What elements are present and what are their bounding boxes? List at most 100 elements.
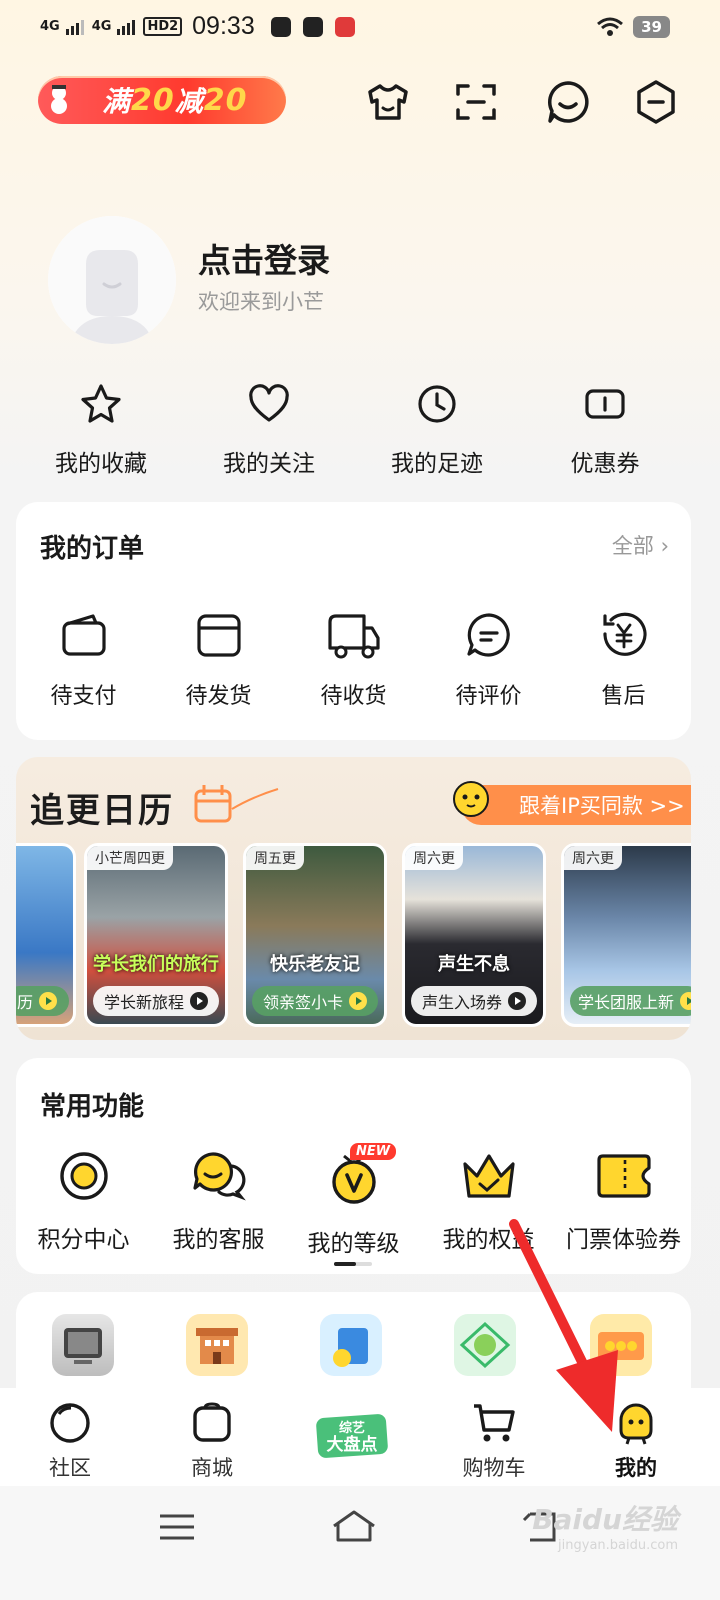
quick-link-label: 我的收藏 [55,451,147,477]
promo-mid: 减 [174,85,204,118]
calendar-icon [194,785,279,823]
message-icon[interactable] [544,78,592,126]
building-app-icon[interactable] [186,1314,248,1376]
poster-action[interactable]: 历 [16,986,69,1016]
order-label: 售后 [601,684,646,709]
heart-icon [249,384,289,422]
order-pending-payment[interactable]: 待支付 [16,610,151,710]
promo-amount-2: 20 [203,82,248,118]
promo-badge[interactable]: 满 20 减 20 [38,76,286,124]
quick-link-coupons[interactable]: 优惠券 [520,382,690,478]
customer-service-icon [192,1152,246,1201]
annotation-arrow-icon [509,1219,618,1432]
truck-icon [327,614,380,659]
update-tag: 小芒周四更 [87,846,173,870]
coupon-icon [585,389,625,419]
comment-icon [466,613,510,657]
default-avatar-icon [48,216,176,344]
customer-service[interactable]: 我的客服 [151,1150,286,1254]
poster-action[interactable]: 声生入场券 [411,986,537,1016]
refund-icon [602,612,647,656]
notification-app-icon [302,16,323,37]
poster-action[interactable]: 学长新旅程 [93,986,219,1016]
functions-title: 常用功能 [40,1092,145,1122]
menu-icon[interactable] [158,1512,196,1542]
function-label: 我的等级 [307,1231,400,1257]
watermark-sub: jingyan.baidu.com [558,1538,678,1553]
points-scroll-app-icon[interactable] [320,1314,382,1376]
play-icon [349,992,367,1010]
show-poster[interactable]: 周五更 快乐老友记 领亲签小卡 [243,843,387,1027]
poster-action-label: 学长新旅程 [103,993,184,1012]
order-pending-receipt[interactable]: 待收货 [286,610,421,710]
mall-icon [193,1402,231,1442]
function-label: 我的客服 [172,1227,265,1253]
promo-amount: 20 [131,82,175,118]
tab-mall[interactable]: 商城 [162,1400,262,1482]
points-center[interactable]: 积分中心 [16,1150,151,1254]
tab-label: 我的 [615,1456,657,1480]
quick-link-following[interactable]: 我的关注 [184,382,354,478]
chevron-right-icon: › [660,534,669,558]
order-label: 待评价 [455,684,522,709]
community-icon [50,1403,90,1443]
tab-variety[interactable]: 综艺 大盘点 [302,1406,402,1470]
show-poster[interactable]: 历 [16,843,76,1027]
order-label: 待支付 [50,684,117,709]
show-poster[interactable]: 小芒周四更 学长我们的旅行 学长新旅程 [84,843,228,1027]
quick-link-label: 我的关注 [223,451,315,477]
play-icon [508,992,526,1010]
quick-link-history[interactable]: 我的足迹 [352,382,522,478]
settings-icon[interactable] [632,78,680,126]
orders-title: 我的订单 [40,534,145,564]
hd-badge: HD2 [143,17,183,36]
order-pending-shipment[interactable]: 待发货 [151,610,286,710]
poster-action-label: 学长团服上新 [578,993,675,1012]
shirt-icon[interactable] [364,78,412,126]
show-logo: 快乐老友记 [270,954,360,975]
clock-icon [418,385,456,423]
poster-action-label: 历 [16,993,33,1012]
order-label: 待发货 [185,684,252,709]
quick-link-favorites[interactable]: 我的收藏 [16,382,186,478]
scan-icon[interactable] [452,78,500,126]
orders-card: 我的订单 全部 › 待支付 待发货 待收货 待评价 售后 [16,502,691,740]
view-all-label: 全部 [611,534,654,558]
orders-view-all[interactable]: 全部 › [612,530,669,560]
order-after-sales[interactable]: 售后 [556,610,691,710]
play-icon [680,992,691,1010]
login-prompt[interactable]: 点击登录 [198,234,330,282]
order-pending-review[interactable]: 待评价 [421,610,556,710]
ticket-icon [596,1154,651,1198]
follow-calendar-banner: 追更日历 跟着IP买同款 >> 历 小芒周四更 学长我们的旅行 学长新旅程 周五… [16,757,691,1040]
poster-action-label: 声生入场券 [421,993,502,1012]
wallet-icon [61,614,106,656]
show-poster[interactable]: 周六更 学长团服上新 [561,843,691,1027]
notification-app-icon [270,16,291,37]
home-icon[interactable] [330,1508,378,1544]
star-icon [81,384,121,423]
avatar[interactable] [48,216,176,344]
tv-app-icon[interactable] [52,1314,114,1376]
show-logo: 声生不息 [438,954,510,975]
function-label: 积分中心 [37,1227,130,1253]
play-icon [190,992,208,1010]
ip-shop-link[interactable]: 跟着IP买同款 >> [461,785,691,825]
wifi-icon [597,17,624,36]
update-tag: 周五更 [246,846,304,870]
play-icon [39,992,57,1010]
clock: 09:33 [192,12,255,40]
mango-chick-icon [453,781,489,817]
poster-action[interactable]: 领亲签小卡 [252,986,378,1016]
status-bar: 4G 4G HD2 09:33 39 [0,0,720,58]
watermark: Baidu经验 jingyan.baidu.com [532,1498,678,1553]
variety-icon: 综艺 大盘点 [316,1414,388,1458]
crown-icon [462,1154,515,1198]
show-poster[interactable]: 周六更 声生不息 声生入场券 [402,843,546,1027]
quick-link-label: 优惠券 [570,451,640,477]
promo-prefix: 满 [102,85,132,118]
poster-action[interactable]: 学长团服上新 [570,986,691,1016]
tab-community[interactable]: 社区 [20,1400,120,1482]
my-level[interactable]: 我的等级 [286,1150,421,1258]
show-logo: 学长我们的旅行 [93,954,219,975]
